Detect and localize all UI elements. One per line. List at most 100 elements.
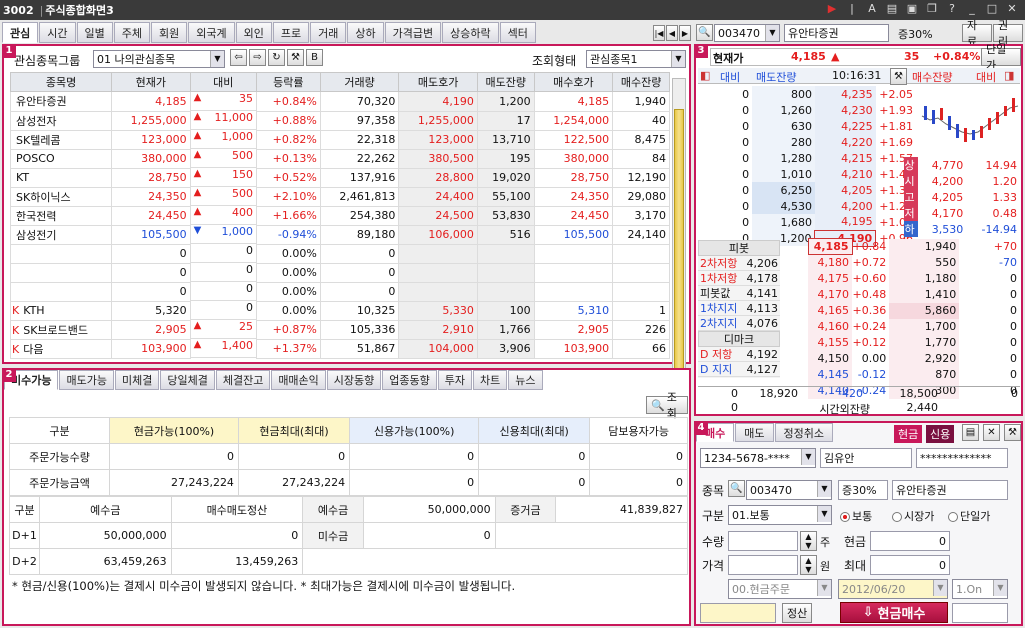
price-stepper[interactable]: ▲ ▼ [800,555,817,575]
table-row[interactable]: K KTH 5,320 0 0.00% 10,325 5,330 100 5,310 1 [9,300,670,321]
order-type-select[interactable]: 01.보통 ▼ [728,505,832,525]
ob-toggle-right-icon[interactable]: ◨ [1004,69,1014,82]
column-header[interactable]: 거래량 [319,72,400,92]
on-select[interactable]: 1.On ▼ [952,579,1008,599]
table-row[interactable]: K 다음 103,900 ▲ 1,400 +1.37% 51,867 104,000 3,906… [9,338,670,359]
account-tab-2[interactable]: 미체결 [114,370,160,390]
ask-row[interactable]: 0 1,260 4,230 +1.93 [698,102,916,118]
table-row[interactable]: SK하이닉스 24,350 ▲ 500 +2.10% 2,461,813 24,400 55,… [9,186,670,207]
order-kind-select[interactable]: 00.현금주문 ▼ [728,579,832,599]
account-tab-6[interactable]: 시장동향 [326,370,382,390]
ask-row[interactable]: 0 6,250 4,205 +1.33 [698,182,916,198]
account-tab-8[interactable]: 투자 [437,370,473,390]
restore-icon[interactable]: ❐ [925,2,939,16]
tab-7[interactable]: 프로 [272,22,310,43]
prev-arrow-icon[interactable]: ⇦ [230,49,247,66]
ask-row[interactable]: 0 630 4,225 +1.81 [698,118,916,134]
radio-normal[interactable]: 보통 [840,508,872,524]
table-row[interactable]: SK텔레콤 123,000 ▲ 1,000 +0.82% 22,318 123,000 13,… [9,129,670,150]
table-row[interactable]: 0 0 0.00% 0 [9,262,670,283]
account-tab-9[interactable]: 차트 [473,370,508,390]
close-icon[interactable]: ✕ [1005,2,1019,16]
help-icon[interactable]: ? [945,2,959,16]
ob-toggle-icon[interactable]: ◧ [700,69,710,82]
column-header[interactable]: 매도잔량 [476,72,535,92]
account-select[interactable]: 1234-5678-**** ▼ [700,448,816,468]
column-header[interactable]: 매수호가 [533,72,614,92]
column-header[interactable]: 매수잔량 [612,72,670,92]
lock-icon[interactable]: ▣ [905,2,919,16]
account-tab-1[interactable]: 매도가능 [59,370,114,390]
tab-3[interactable]: 주체 [113,22,150,43]
column-header[interactable]: 등락률 [255,72,321,92]
extra-field[interactable] [952,603,1008,623]
b-icon[interactable]: B [306,49,323,66]
ask-row[interactable]: 0 1,010 4,210 +1.45 [698,166,916,182]
scroll-left-icon[interactable]: ◀ [666,25,678,41]
play-icon[interactable]: ▶ [825,2,839,16]
table-row[interactable]: K SK브로드밴드 2,905 ▲ 25 +0.87% 105,336 2,910 1,766 2… [9,319,670,340]
maximize-icon[interactable]: □ [985,2,999,16]
table-row[interactable]: POSCO 380,000 ▲ 500 +0.13% 22,262 380,500 195 38… [9,148,670,169]
date-select[interactable]: 2012/06/20 ▼ [838,579,948,599]
credit-toggle[interactable]: 신용 [926,425,955,443]
minimize-icon[interactable]: _ [965,2,979,16]
column-header[interactable]: 대비 [189,72,257,92]
qty-input[interactable] [728,531,798,551]
rights-button[interactable]: 권리 [993,19,1023,48]
tab-6[interactable]: 외인 [235,22,272,43]
table-row[interactable]: 삼성전기 105,500 ▼ 1,000 -0.94% 89,180 106,000 516 1… [9,224,670,245]
scroll-right-icon[interactable]: ▶ [679,25,691,41]
account-tab-4[interactable]: 체결잔고 [215,370,271,390]
cash-buy-button[interactable]: ⇩ 현금매수 [840,602,948,623]
table-row[interactable]: 유안타증권 4,185 ▲ 35 +0.84% 70,320 4,190 1,200 4,185… [9,91,670,112]
memo-field[interactable] [700,603,776,623]
view-select[interactable]: 관심종목1 ▼ [586,50,686,68]
tab-0[interactable]: 관심 [2,22,39,43]
column-header[interactable]: 매도호가 [398,72,478,92]
tab-2[interactable]: 일별 [76,22,113,43]
search-icon[interactable]: 🔍 [728,480,745,497]
tab-4[interactable]: 회원 [151,22,188,43]
tab-8[interactable]: 거래 [310,22,347,43]
stock-code-select[interactable]: 003470 ▼ [714,24,780,42]
ask-row[interactable]: 0 1,680 4,195 +1.08 [698,214,916,230]
table-row[interactable]: 한국전력 24,450 ▲ 400 +1.66% 254,380 24,500 53,830 2… [9,205,670,226]
search-button[interactable]: 🔍 조회 [646,391,688,420]
scrollbar-thumb[interactable] [674,109,684,379]
tab-11[interactable]: 상승하락 [442,22,499,43]
qty-stepper[interactable]: ▲ ▼ [800,531,817,551]
column-header[interactable]: 현재가 [111,72,191,92]
radio-market[interactable]: 시장가 [892,508,934,524]
radio-single[interactable]: 단일가 [948,508,990,524]
export-icon[interactable]: ▤ [962,424,979,441]
close-small-icon[interactable]: ✕ [983,424,1000,441]
table-icon[interactable]: ▤ [885,2,899,16]
scroll-first-icon[interactable]: |◀ [653,25,665,41]
order-tab-2[interactable]: 정정취소 [774,423,833,442]
tool-icon[interactable]: ⚒ [1004,424,1021,441]
account-tab-3[interactable]: 당일체결 [160,370,215,390]
refresh-icon[interactable]: ↻ [268,49,285,66]
tab-10[interactable]: 가격급변 [384,22,442,43]
tab-9[interactable]: 상하 [347,22,384,43]
tab-5[interactable]: 외국계 [188,22,235,43]
font-icon[interactable]: A [865,2,879,16]
ask-row[interactable]: 0 800 4,235 +2.05 [698,86,916,102]
tool-icon[interactable]: ⚒ [890,68,907,85]
table-row[interactable]: 0 0 0.00% 0 [9,243,670,264]
watchlist-scrollbar[interactable] [672,78,686,388]
stock-name-field[interactable]: 유안타증권 [784,24,889,42]
account-tab-7[interactable]: 업종동향 [382,370,437,390]
account-tab-5[interactable]: 매매손익 [271,370,326,390]
cash-toggle[interactable]: 현금 [894,425,923,443]
account-tab-10[interactable]: 뉴스 [508,370,543,390]
single-price-button[interactable]: 단일가 [981,43,1021,72]
settle-button[interactable]: 정산 [782,603,813,623]
order-tab-1[interactable]: 매도 [735,423,774,442]
column-header[interactable]: 종목명 [9,72,113,92]
group-select[interactable]: 01 나의관심종목 ▼ [93,50,225,68]
password-field[interactable]: ************* [916,448,1008,468]
tab-1[interactable]: 시간 [39,22,76,43]
settings-tool-icon[interactable]: ⚒ [287,49,304,66]
